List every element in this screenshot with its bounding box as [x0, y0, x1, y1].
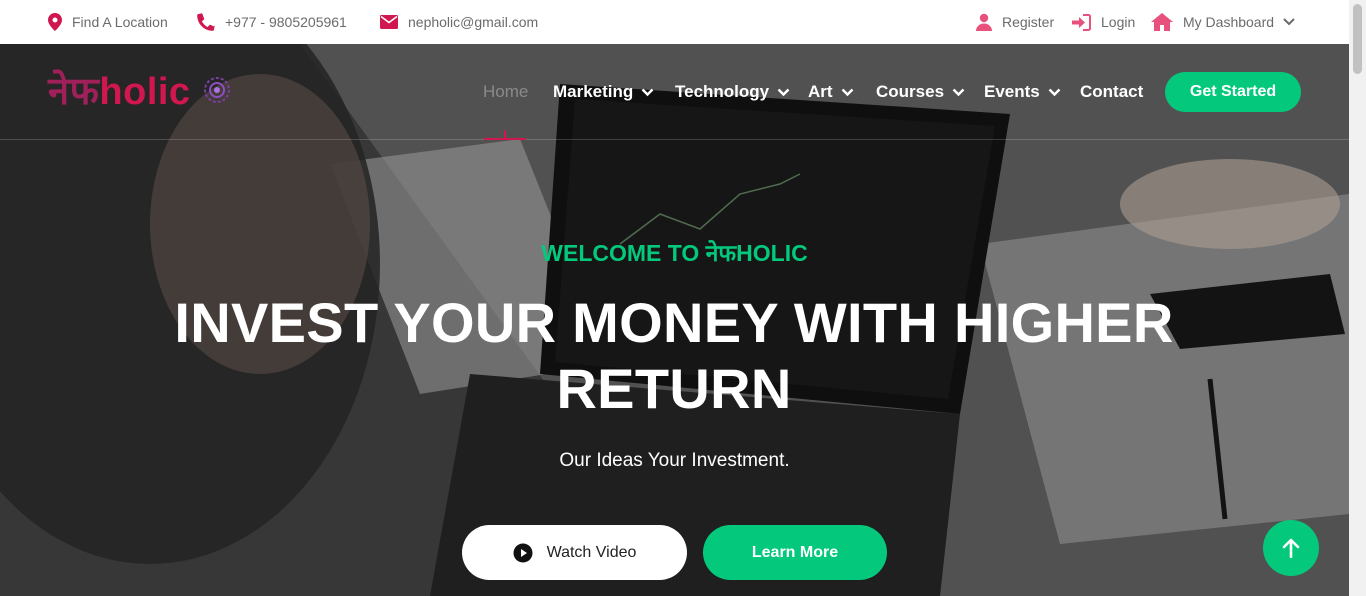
- nav-technology-label: Technology: [675, 82, 770, 101]
- arrow-up-icon: [1282, 538, 1300, 558]
- nav-home[interactable]: Home: [483, 78, 528, 106]
- nav-technology[interactable]: Technology: [675, 78, 790, 106]
- nav-contact[interactable]: Contact: [1080, 78, 1143, 106]
- nav-art-label: Art: [808, 82, 833, 101]
- phone-icon: [197, 13, 215, 31]
- email-label: nepholic@gmail.com: [408, 14, 539, 30]
- chevron-down-icon: [1048, 88, 1061, 96]
- login-label: Login: [1101, 14, 1136, 30]
- chevron-down-icon: [952, 88, 965, 96]
- scroll-to-top-button[interactable]: [1263, 520, 1319, 576]
- page-scrollbar[interactable]: [1349, 0, 1366, 596]
- dashboard-label: My Dashboard: [1183, 14, 1275, 30]
- nav-contact-label: Contact: [1080, 82, 1144, 101]
- top-bar: Find A Location +977 - 9805205961 nephol…: [0, 0, 1366, 44]
- watch-video-label: Watch Video: [546, 543, 637, 561]
- home-icon: [1151, 13, 1173, 31]
- scrollbar-thumb[interactable]: [1353, 4, 1362, 74]
- hero-subline: Our Ideas Your Investment.: [559, 450, 790, 471]
- nav-marketing-label: Marketing: [553, 82, 634, 101]
- chevron-down-icon: [841, 88, 853, 96]
- chevron-down-icon: [1283, 18, 1295, 26]
- hero-welcome: WELCOME TO नेफHOLIC: [541, 240, 808, 266]
- logo-latin: holic: [99, 71, 191, 113]
- envelope-icon: [380, 15, 398, 29]
- user-icon: [976, 13, 992, 31]
- nav-art[interactable]: Art: [808, 78, 854, 106]
- register-label: Register: [1002, 14, 1055, 30]
- email-link[interactable]: nepholic@gmail.com: [380, 0, 538, 44]
- location-label: Find A Location: [72, 14, 168, 30]
- nav-courses[interactable]: Courses: [876, 78, 965, 106]
- brand-logo[interactable]: नेफholic: [48, 66, 231, 114]
- learn-more-button[interactable]: Learn More: [703, 525, 887, 580]
- hero-section: नेफholic Home Marketing Technology Art C…: [0, 44, 1349, 596]
- logo-text: नेफholic: [48, 64, 191, 116]
- nav-home-label: Home: [483, 82, 529, 101]
- nav-events[interactable]: Events: [984, 78, 1061, 106]
- chevron-down-icon: [777, 88, 790, 96]
- phone-label: +977 - 9805205961: [225, 14, 347, 30]
- watch-video-button[interactable]: Watch Video: [462, 525, 687, 580]
- map-pin-icon: [48, 13, 62, 31]
- logo-devanagari: नेफ: [48, 71, 100, 113]
- get-started-button[interactable]: Get Started: [1165, 72, 1301, 112]
- main-navbar: नेफholic Home Marketing Technology Art C…: [0, 44, 1349, 140]
- find-location-link[interactable]: Find A Location: [48, 0, 168, 44]
- nav-events-label: Events: [984, 82, 1040, 101]
- login-link[interactable]: Login: [1071, 0, 1135, 44]
- active-indicator: [484, 138, 526, 140]
- dashboard-dropdown[interactable]: My Dashboard: [1151, 0, 1295, 44]
- chevron-down-icon: [641, 88, 654, 96]
- sign-in-icon: [1072, 13, 1091, 31]
- phone-link[interactable]: +977 - 9805205961: [197, 0, 347, 44]
- nav-marketing[interactable]: Marketing: [553, 78, 654, 106]
- play-circle-icon: [513, 543, 533, 562]
- register-link[interactable]: Register: [976, 0, 1054, 44]
- logo-emblem-icon: [203, 77, 230, 103]
- hero-headline: INVEST YOUR MONEY WITH HIGHER RETURN: [174, 291, 1174, 420]
- nav-courses-label: Courses: [876, 82, 945, 101]
